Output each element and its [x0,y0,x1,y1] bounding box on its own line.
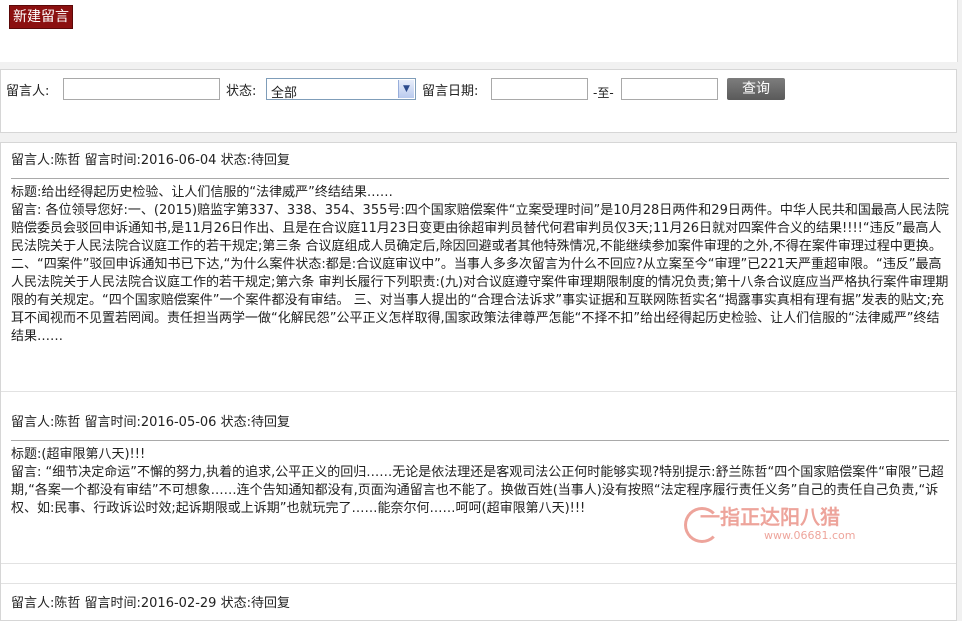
person-label: 留言人: [6,84,50,99]
status-selected-value: 全部 [271,86,298,101]
divider [1,563,956,564]
divider [11,178,949,179]
divider [11,440,949,441]
list-item: 留言人:陈哲 留言时间:2016-02-29 状态:待回复 [11,595,949,613]
divider [1,583,956,584]
date-label: 留言日期: [422,84,479,99]
person-input[interactable] [63,78,220,100]
message-meta: 留言人:陈哲 留言时间:2016-05-06 状态:待回复 [11,415,290,430]
search-button[interactable]: 查询 [727,78,785,100]
message-meta: 留言人:陈哲 留言时间:2016-06-04 状态:待回复 [11,153,290,168]
date-from-input[interactable] [491,78,588,100]
message-title: 标题:(超审限第八天)!!! [11,447,146,462]
list-item: 留言人:陈哲 留言时间:2016-05-06 状态:待回复 标题:(超审限第八天… [11,414,949,518]
search-bar: 留言人: 状态: 全部 ▼ 留言日期: -至- 查询 [0,69,957,133]
top-toolbar: 新建留言 [0,0,958,62]
watermark-url: www.06681.com [764,529,856,542]
date-to-input[interactable] [621,78,718,100]
status-select[interactable]: 全部 ▼ [266,78,416,101]
message-content: 留言: “细节决定命运”不懈的努力,执着的追求,公平正义的回归……无论是依法理还… [11,465,944,516]
status-label: 状态: [226,84,257,99]
message-title: 标题:给出经得起历史检验、让人们信服的“法律威严”终结结果…… [11,185,393,200]
chevron-down-icon[interactable]: ▼ [398,80,414,98]
date-range-separator: -至- [593,86,614,100]
message-content: 留言: 各位领导您好:一、(2015)赔监字第337、338、354、355号:… [11,203,949,344]
message-list: 留言人:陈哲 留言时间:2016-06-04 状态:待回复 标题:给出经得起历史… [0,142,957,621]
message-meta: 留言人:陈哲 留言时间:2016-02-29 状态:待回复 [11,596,290,611]
new-message-button[interactable]: 新建留言 [9,5,73,29]
list-item: 留言人:陈哲 留言时间:2016-06-04 状态:待回复 标题:给出经得起历史… [11,152,949,346]
divider [1,391,956,392]
